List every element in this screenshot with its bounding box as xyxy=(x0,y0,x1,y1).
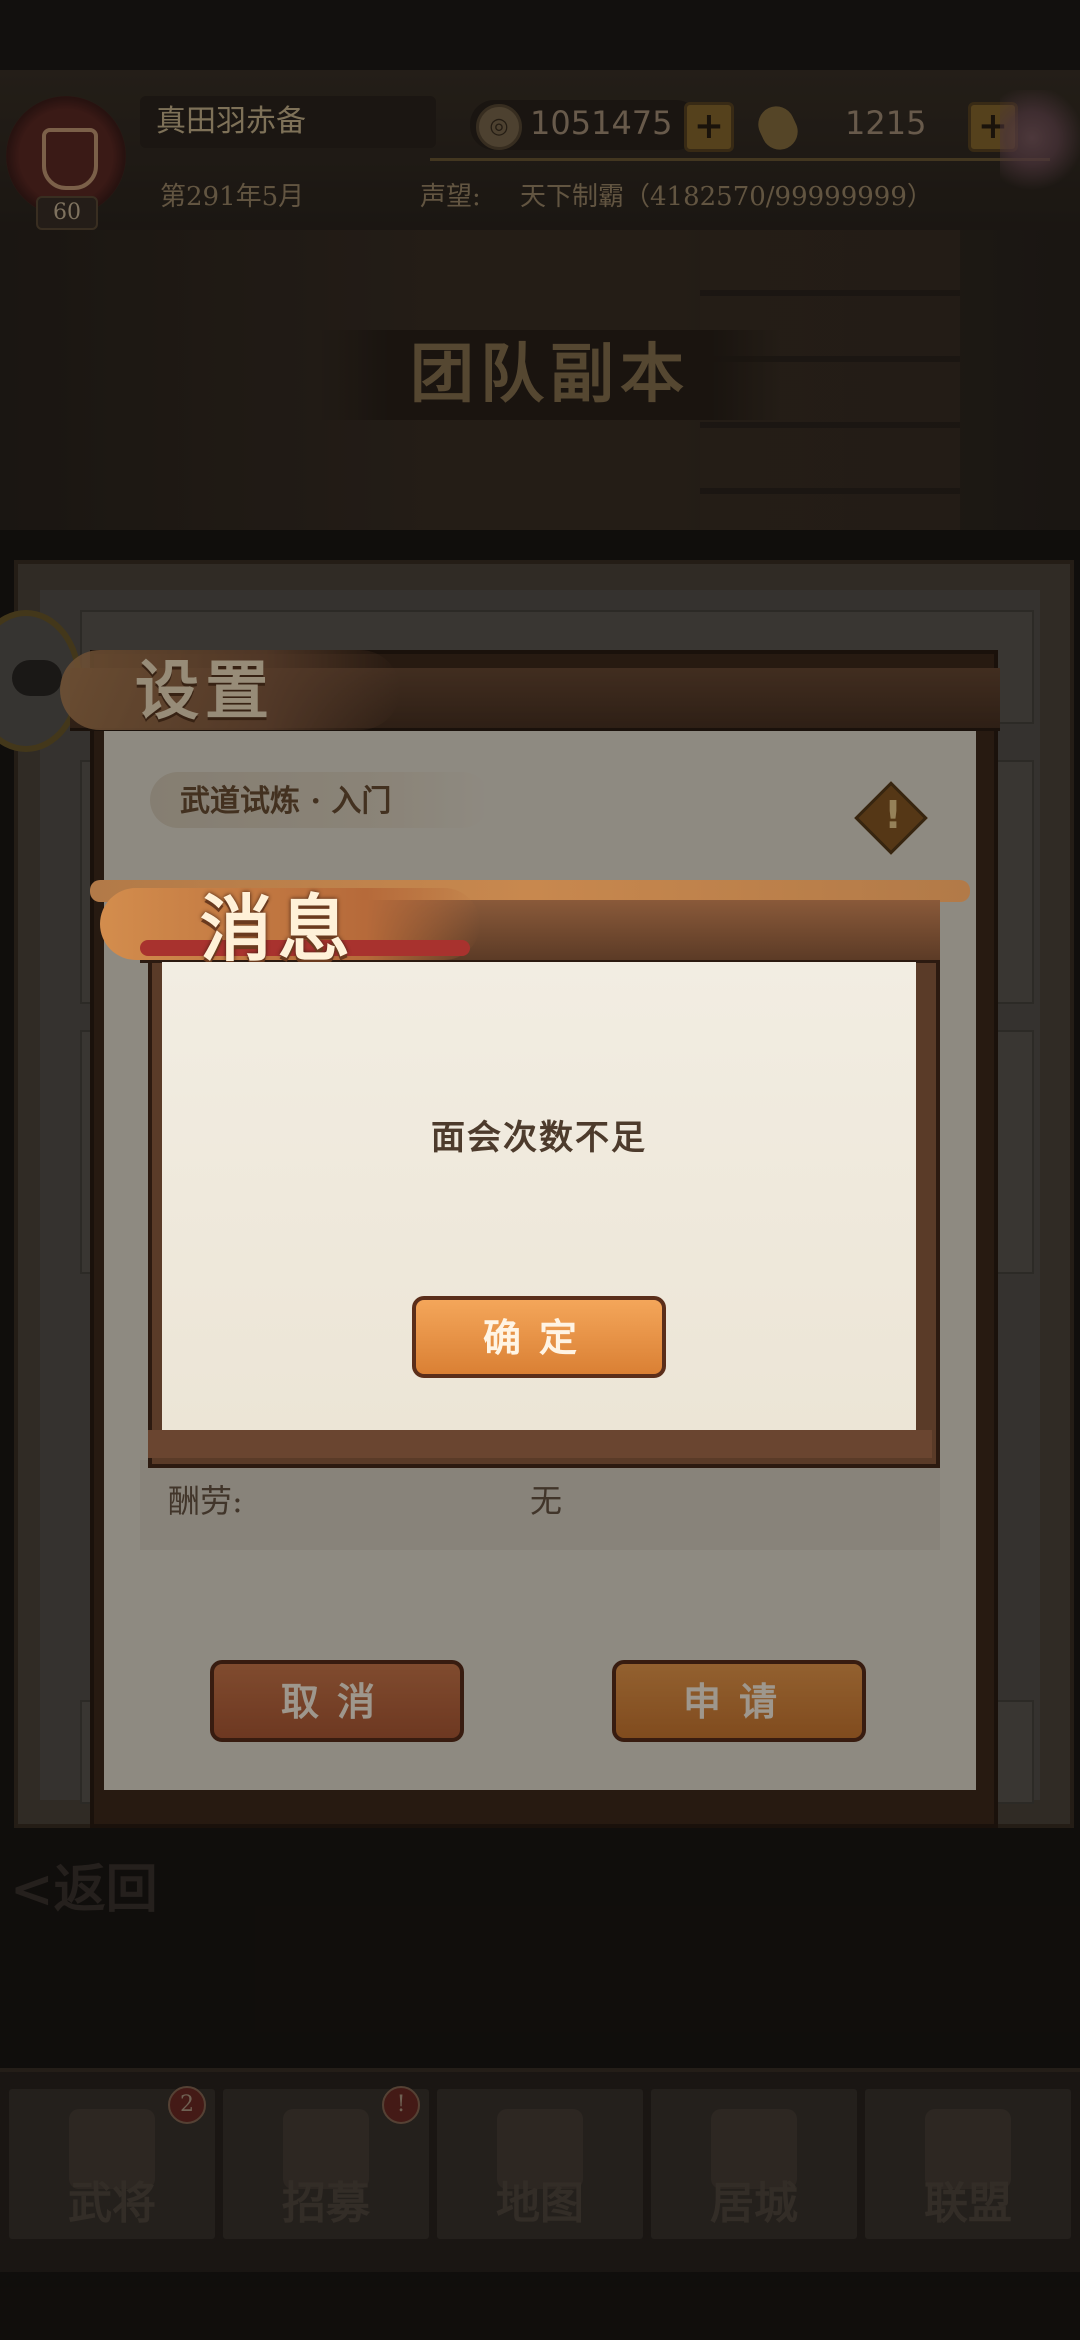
message-dialog-base xyxy=(148,1430,932,1458)
confirm-button[interactable]: 确定 xyxy=(412,1296,666,1378)
message-text: 面会次数不足 xyxy=(431,1118,647,1158)
message-title: 消息 xyxy=(200,886,357,971)
